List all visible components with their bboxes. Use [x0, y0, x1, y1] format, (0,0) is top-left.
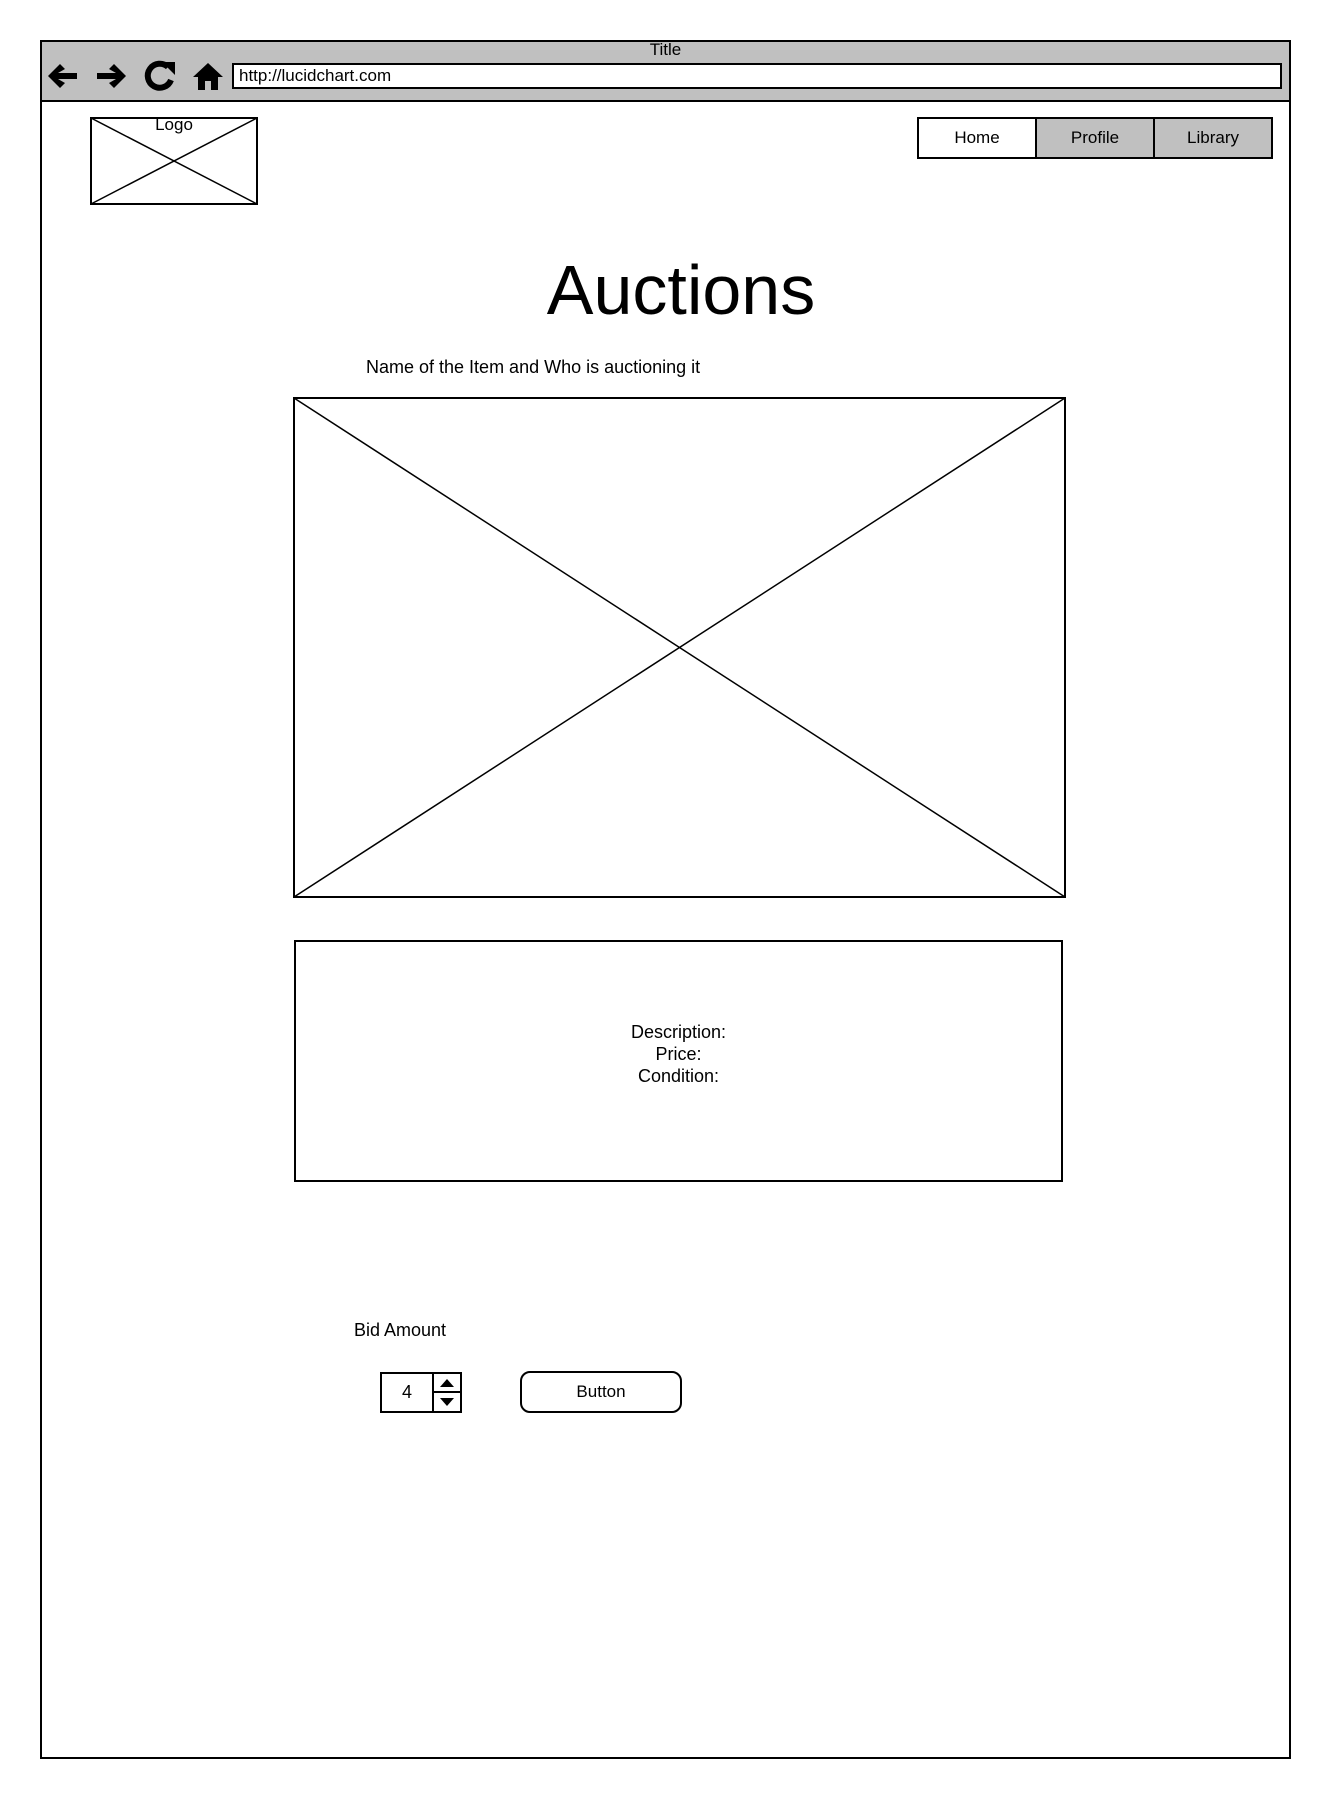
main-nav: Home Profile Library [917, 117, 1273, 159]
bid-amount-input[interactable] [382, 1374, 434, 1411]
stepper-up-button[interactable] [434, 1374, 460, 1394]
place-bid-button[interactable]: Button [520, 1371, 682, 1413]
stepper-arrows [434, 1374, 460, 1411]
nav-tab-library[interactable]: Library [1153, 117, 1273, 159]
home-icon[interactable] [190, 58, 226, 94]
forward-arrow-icon[interactable] [94, 58, 130, 94]
description-label: Description: [630, 1022, 727, 1042]
nav-tab-profile[interactable]: Profile [1035, 117, 1155, 159]
price-label: Price: [655, 1044, 702, 1064]
logo-label: Logo [155, 115, 193, 134]
bid-amount-stepper [380, 1372, 462, 1413]
page-title: Auctions [546, 251, 816, 329]
stepper-down-button[interactable] [434, 1393, 460, 1411]
condition-label: Condition: [637, 1066, 720, 1086]
url-input[interactable]: http://lucidchart.com [232, 63, 1282, 89]
nav-tab-home[interactable]: Home [917, 117, 1037, 159]
back-arrow-icon[interactable] [44, 58, 80, 94]
item-image-placeholder [293, 397, 1066, 898]
item-name-label: Name of the Item and Who is auctioning i… [366, 357, 701, 377]
triangle-down-icon [440, 1398, 454, 1406]
triangle-up-icon [440, 1378, 454, 1387]
reload-icon[interactable] [142, 58, 178, 94]
bid-amount-label: Bid Amount [354, 1320, 447, 1340]
window-title: Title [649, 40, 682, 59]
